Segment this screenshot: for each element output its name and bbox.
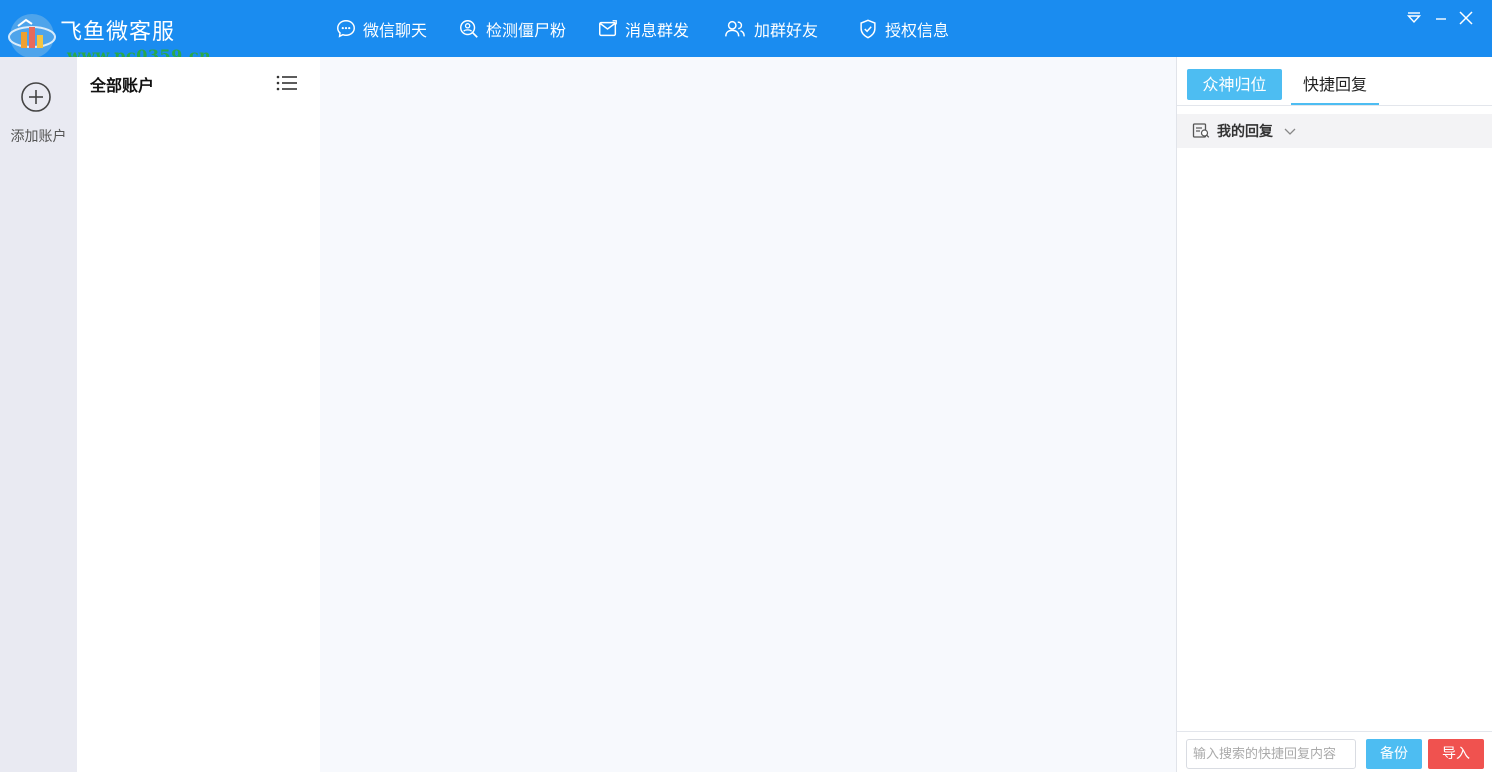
add-account-icon[interactable] xyxy=(20,81,52,113)
close-icon[interactable] xyxy=(1456,8,1476,28)
shield-check-icon xyxy=(860,19,876,39)
tab-quick-reply[interactable]: 快捷回复 xyxy=(1291,69,1379,105)
dropdown-triangle-icon[interactable] xyxy=(1404,8,1424,28)
chat-bubble-icon xyxy=(337,19,355,38)
chevron-down-icon xyxy=(1284,128,1296,135)
reply-group-icon xyxy=(1192,123,1210,138)
minimize-icon[interactable] xyxy=(1431,8,1451,28)
nav-license-info[interactable]: 授权信息 xyxy=(857,0,949,57)
nav-mass-message[interactable]: 消息群发 xyxy=(597,0,689,57)
nav-detect-zombie-fans[interactable]: 检测僵尸粉 xyxy=(458,0,566,57)
add-account-label[interactable]: 添加账户 xyxy=(0,126,77,146)
tab-gods-return[interactable]: 众神归位 xyxy=(1187,69,1282,100)
title-bar: 飞鱼微客服 www.pc0359.cn 微信聊天 检测僵尸粉 消息群发 加群好友… xyxy=(0,0,1492,65)
bottom-divider xyxy=(1177,731,1492,732)
search-user-icon xyxy=(460,19,478,38)
my-replies-label: 我的回复 xyxy=(1217,124,1273,140)
list-menu-icon[interactable] xyxy=(275,72,299,94)
nav-label: 消息群发 xyxy=(625,20,690,40)
nav-label: 检测僵尸粉 xyxy=(486,20,567,40)
mail-send-icon xyxy=(599,19,617,36)
app-title: 飞鱼微客服 xyxy=(60,20,176,45)
nav-label: 微信聊天 xyxy=(363,20,428,40)
chat-area xyxy=(320,57,1176,772)
nav-label: 授权信息 xyxy=(885,20,950,40)
import-button[interactable]: 导入 xyxy=(1428,739,1484,769)
quick-reply-panel: 众神归位 快捷回复 我的回复 备份 导入 xyxy=(1176,57,1492,772)
nav-add-group-friends[interactable]: 加群好友 xyxy=(722,0,818,57)
backup-button[interactable]: 备份 xyxy=(1366,739,1422,769)
nav-label: 加群好友 xyxy=(754,20,819,40)
my-replies-group[interactable]: 我的回复 xyxy=(1177,114,1492,148)
left-rail: 添加账户 xyxy=(0,57,77,772)
quick-reply-search-input[interactable] xyxy=(1186,739,1356,769)
tab-divider xyxy=(1177,105,1492,106)
users-icon xyxy=(725,20,745,36)
accounts-title: 全部账户 xyxy=(90,76,155,95)
nav-wechat-chat[interactable]: 微信聊天 xyxy=(335,0,427,57)
accounts-panel: 全部账户 xyxy=(77,57,320,772)
